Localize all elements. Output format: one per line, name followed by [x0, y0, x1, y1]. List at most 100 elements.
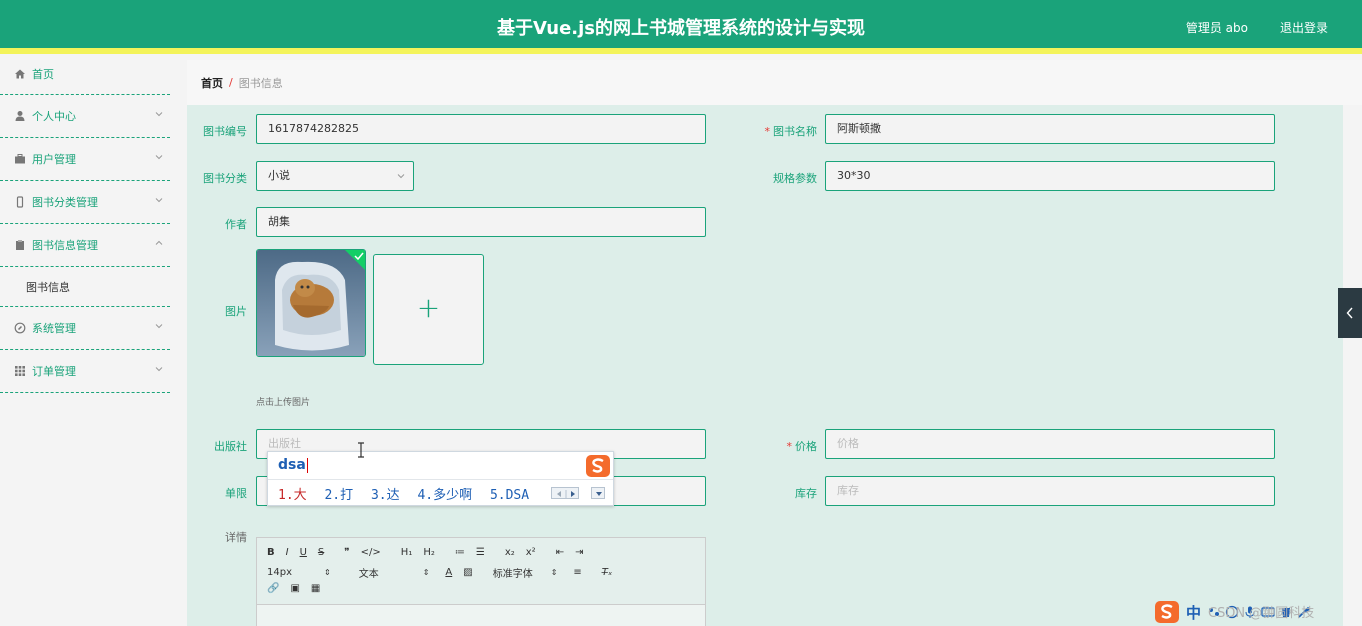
background-color-icon[interactable]: ▨: [463, 567, 472, 578]
author-label: 作者: [225, 218, 247, 231]
align-icon[interactable]: ≡: [573, 567, 581, 578]
top-header: 基于Vue.js的网上书城管理系统的设计与实现 管理员 abo 退出登录: [0, 0, 1362, 54]
strike-button[interactable]: S: [318, 547, 324, 558]
clear-format-icon[interactable]: T̶ₓ: [602, 567, 613, 578]
ime-page-arrows-icon: [557, 490, 575, 498]
text-style-select[interactable]: 文本: [359, 565, 379, 580]
sidebar-subitem-book-info[interactable]: 图书信息: [0, 267, 170, 307]
ime-composition-text: dsa: [278, 457, 306, 473]
sidebar-item-label: 图书分类管理: [32, 196, 98, 209]
spec-input[interactable]: 30*30: [825, 161, 1275, 191]
font-family-select[interactable]: 标准字体: [493, 565, 533, 580]
ime-taskbar: 中 CSDN @翀圆科技: [1154, 598, 1362, 626]
image-upload-button[interactable]: +: [373, 254, 484, 365]
compass-icon: [14, 322, 26, 334]
sidebar-item-system[interactable]: 系统管理: [0, 307, 170, 350]
publisher-label: 出版社: [214, 440, 247, 453]
rich-text-editor: B I U S ❞ </> H₁ H₂ ≔ ☰ x₂ x² ⇤ ⇥ 14px ⇕…: [256, 537, 706, 626]
blockquote-button[interactable]: ❞: [344, 547, 349, 558]
ime-composition: dsa: [278, 457, 308, 473]
ime-pager[interactable]: [551, 487, 579, 499]
video-icon[interactable]: ▦: [311, 583, 320, 594]
chevron-up-icon: [155, 240, 163, 245]
sidebar-item-book-info-mgmt[interactable]: 图书信息管理: [0, 224, 170, 267]
price-input[interactable]: 价格: [825, 429, 1275, 459]
editor-toolbar-row-3: 🔗 ▣ ▦: [267, 583, 331, 594]
sidebar-item-label: 订单管理: [32, 365, 76, 378]
sidebar-item-orders[interactable]: 订单管理: [0, 350, 170, 393]
ime-candidates: 1.大 2.打 3.达 4.多少啊 5.DSA: [278, 484, 539, 503]
clipboard-icon: [16, 240, 24, 250]
side-panel-toggle[interactable]: [1338, 288, 1362, 338]
phone-icon: [16, 196, 24, 208]
stock-label: 库存: [795, 487, 817, 500]
link-icon[interactable]: 🔗: [267, 583, 279, 594]
ime-divider: [268, 479, 613, 480]
sogou-logo-icon: [586, 455, 610, 477]
text-style-select-arrow: ⇕: [422, 568, 430, 577]
breadcrumb-home[interactable]: 首页: [201, 75, 223, 91]
font-size-select[interactable]: 14px: [267, 567, 292, 578]
image-icon[interactable]: ▣: [290, 583, 299, 594]
ime-candidate-1[interactable]: 1.大: [278, 488, 307, 503]
main-content: 首页 / 图书信息 图书编号 1617874282825 * 图书名称 阿斯顿撒 …: [187, 60, 1362, 626]
upload-tip: 点击上传图片: [256, 398, 311, 408]
editor-toolbar-row-1: B I U S ❞ </> H₁ H₂ ≔ ☰ x₂ x² ⇤ ⇥: [267, 547, 594, 558]
sidebar-item-home[interactable]: 首页: [0, 54, 170, 95]
book-name-input[interactable]: 阿斯顿撒: [825, 114, 1275, 144]
category-select[interactable]: 小说: [256, 161, 414, 191]
breadcrumb-current: 图书信息: [238, 76, 283, 90]
breadcrumb-separator: /: [229, 76, 233, 89]
book-no-label: 图书编号: [203, 125, 247, 138]
chevron-down-icon: [155, 112, 163, 117]
font-color-icon[interactable]: A: [445, 567, 452, 578]
ime-expand-button[interactable]: [591, 487, 605, 499]
ime-candidate-window: dsa 1.大 2.打 3.达 4.多少啊 5.DSA: [267, 451, 614, 506]
ime-language-indicator[interactable]: 中: [1186, 602, 1201, 623]
header2-button[interactable]: H₂: [423, 547, 435, 558]
chevron-left-icon: [1346, 307, 1353, 319]
editor-toolbar-row-2: 14px ⇕ 文本 ⇕ A ▨ 标准字体 ⇕ ≡ T̶ₓ: [267, 565, 623, 580]
chevron-down-icon: [155, 367, 163, 372]
author-input[interactable]: 胡集: [256, 207, 706, 237]
ime-candidate-4[interactable]: 4.多少啊: [417, 488, 472, 503]
font-size-select-arrow: ⇕: [324, 568, 331, 577]
ordered-list-button[interactable]: ≔: [455, 547, 465, 558]
sidebar-item-users[interactable]: 用户管理: [0, 138, 170, 181]
italic-button[interactable]: I: [286, 547, 289, 558]
subscript-button[interactable]: x₂: [505, 547, 515, 558]
superscript-button[interactable]: x²: [526, 547, 536, 558]
underline-button[interactable]: U: [300, 547, 307, 558]
outdent-button[interactable]: ⇤: [556, 547, 564, 558]
user-icon: [15, 111, 25, 121]
admin-user-label[interactable]: 管理员 abo: [1186, 19, 1248, 36]
price-label: * 价格: [757, 438, 818, 454]
required-mark: *: [764, 125, 771, 138]
upload-success-icon: [345, 250, 365, 270]
briefcase-icon: [15, 154, 25, 164]
bullet-list-button[interactable]: ☰: [476, 547, 485, 558]
sogou-logo-icon[interactable]: [1154, 600, 1180, 624]
stock-input[interactable]: 库存: [825, 476, 1275, 506]
category-label: 图书分类: [203, 172, 247, 185]
ime-candidate-3[interactable]: 3.达: [371, 488, 400, 503]
chevron-down-icon: [155, 155, 163, 160]
ime-candidate-2[interactable]: 2.打: [324, 488, 353, 503]
ime-candidate-5[interactable]: 5.DSA: [490, 488, 529, 503]
uploaded-book-image[interactable]: [256, 249, 366, 357]
code-block-button[interactable]: </>: [361, 547, 381, 558]
breadcrumb: 首页 / 图书信息: [187, 60, 1362, 105]
header1-button[interactable]: H₁: [401, 547, 413, 558]
sidebar-item-label: 图书信息管理: [32, 239, 98, 252]
chevron-down-icon: [596, 492, 602, 496]
sidebar-item-profile[interactable]: 个人中心: [0, 95, 170, 138]
chevron-down-icon: [397, 174, 405, 179]
sidebar-item-book-category[interactable]: 图书分类管理: [0, 181, 170, 224]
grid-icon: [15, 366, 25, 376]
indent-button[interactable]: ⇥: [575, 547, 583, 558]
logout-link[interactable]: 退出登录: [1280, 19, 1328, 36]
csdn-watermark: CSDN @翀圆科技: [1208, 606, 1315, 621]
book-no-input[interactable]: 1617874282825: [256, 114, 706, 144]
editor-content-area[interactable]: [257, 604, 705, 626]
bold-button[interactable]: B: [267, 547, 275, 558]
